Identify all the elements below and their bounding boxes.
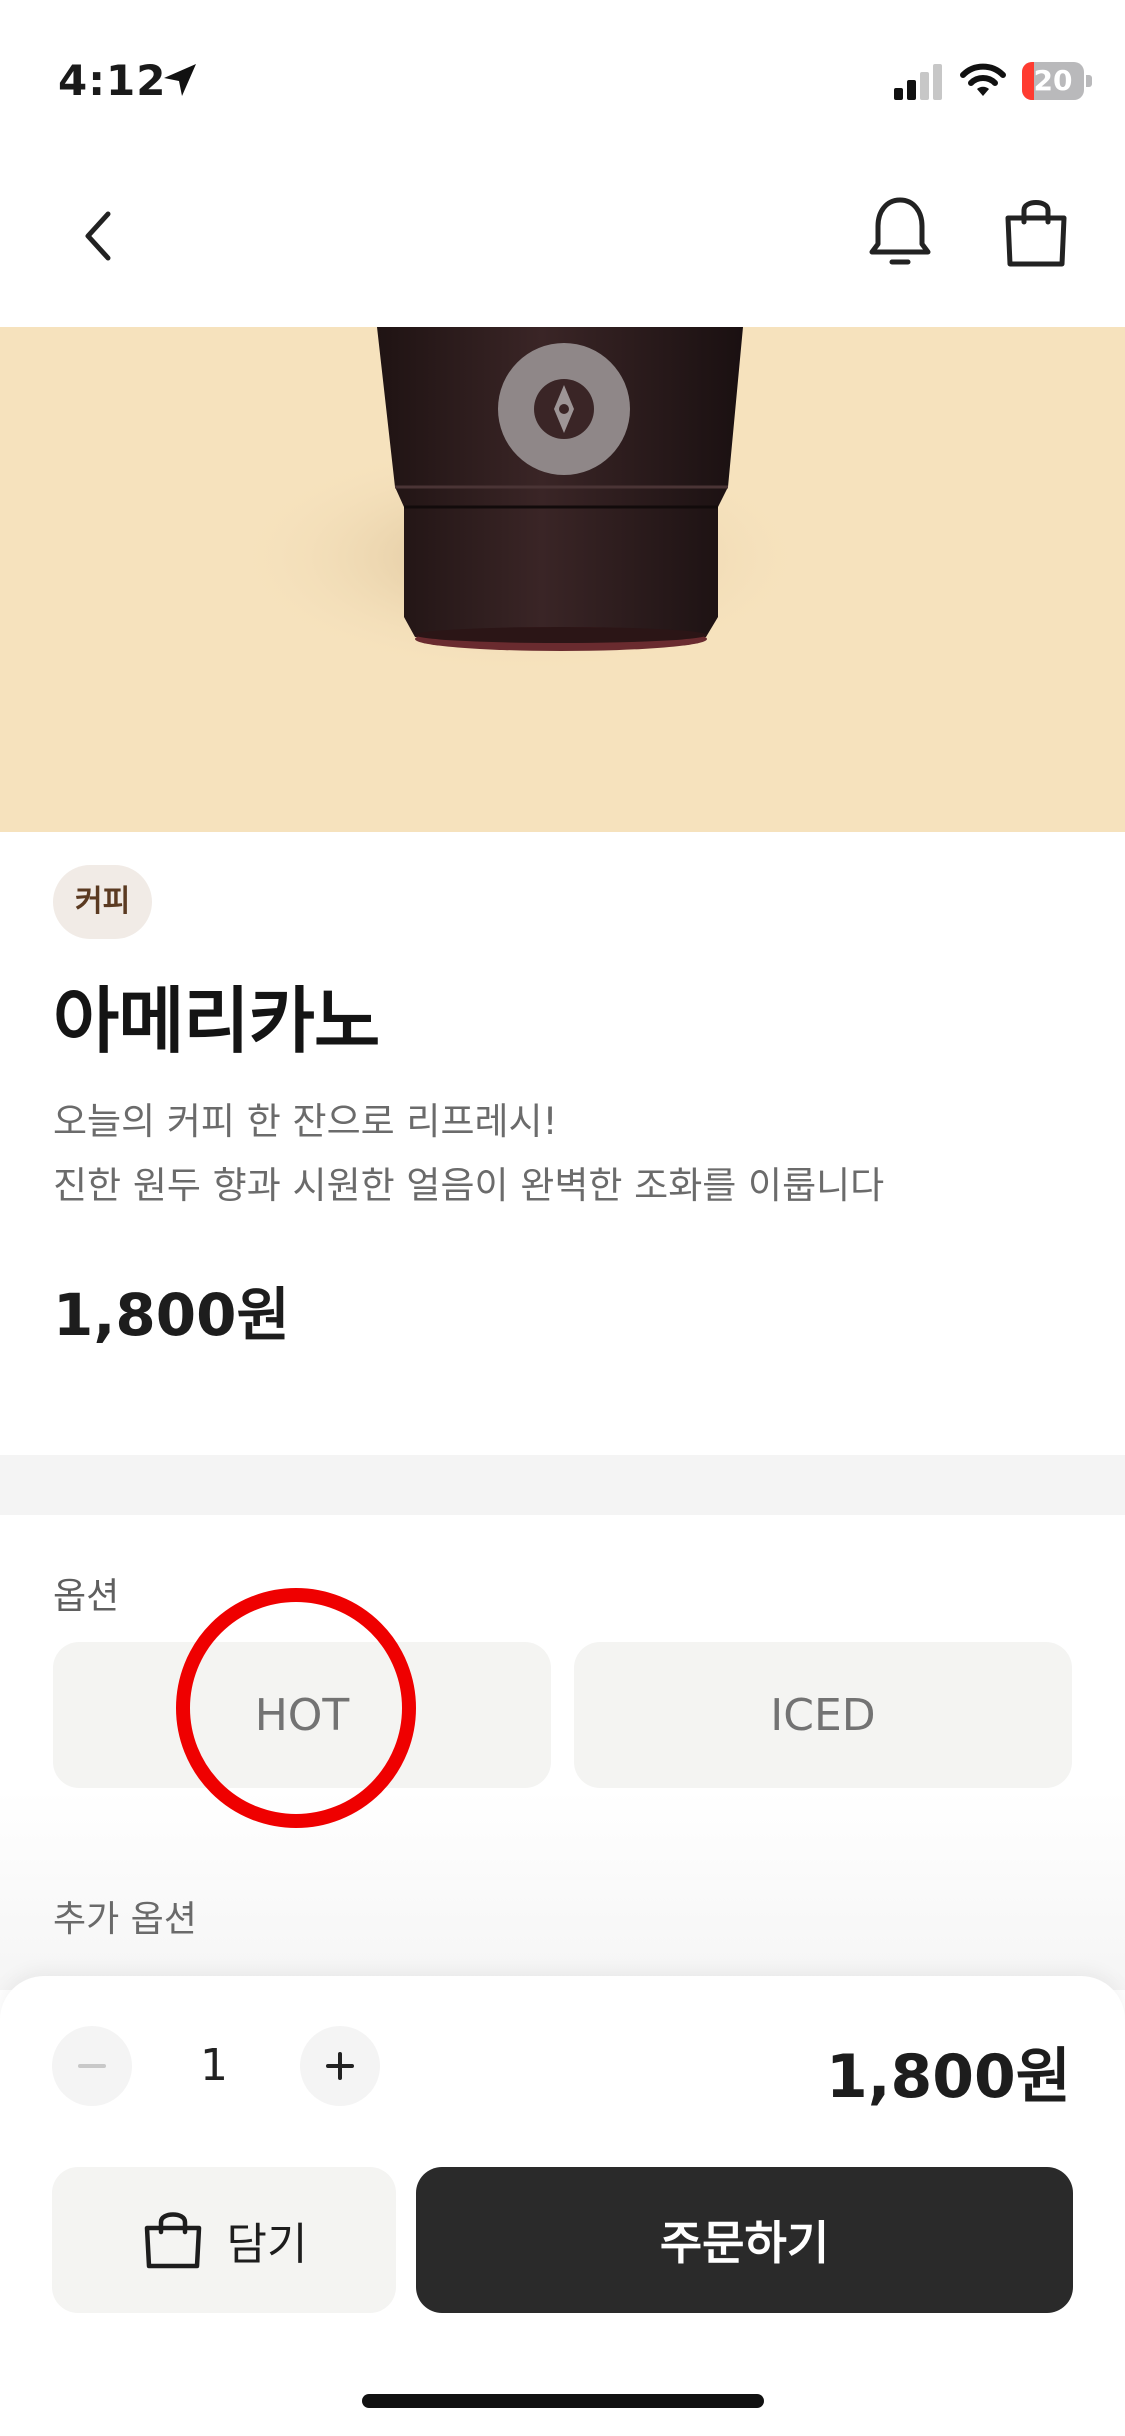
wifi-icon (960, 63, 1006, 96)
total-price: 1,800원 (826, 2042, 1071, 2112)
product-description: 오늘의 커피 한 잔으로 리프레시! 진한 원두 향과 시원한 얼음이 완벽한 … (53, 1090, 1053, 1218)
status-time: 4:12 (58, 56, 167, 105)
location-arrow-icon (164, 64, 196, 96)
shopping-bag-icon[interactable] (996, 192, 1076, 272)
extra-options-label: 추가 옵션 (53, 1899, 197, 1940)
order-button[interactable]: 주문하기 (416, 2167, 1073, 2313)
product-price: 1,800원 (53, 1281, 290, 1349)
add-to-cart-button[interactable]: 담기 (52, 2167, 396, 2313)
category-badge: 커피 (53, 865, 153, 939)
product-title: 아메리카노 (53, 979, 380, 1063)
quantity-value: 1 (200, 2040, 228, 2091)
description-line-1: 오늘의 커피 한 잔으로 리프레시! (53, 1100, 558, 1143)
minus-icon (78, 2064, 106, 2068)
signal-icon (894, 64, 942, 100)
battery-level-text: 20 (1033, 64, 1073, 97)
product-image (0, 327, 1125, 832)
annotation-circle (176, 1588, 416, 1828)
options-label: 옵션 (53, 1576, 120, 1617)
section-divider (0, 1455, 1125, 1515)
back-chevron-icon[interactable] (62, 196, 142, 276)
battery-icon: 20 (1022, 62, 1092, 100)
plus-icon (326, 2052, 354, 2080)
option-iced-button[interactable]: ICED (574, 1642, 1072, 1788)
description-line-2: 진한 원두 향과 시원한 얼음이 완벽한 조화를 이룹니다 (53, 1164, 885, 1207)
bell-icon[interactable] (860, 192, 940, 272)
quantity-decrease-button[interactable] (52, 2026, 132, 2106)
coffee-cup-illustration (230, 327, 810, 677)
quantity-increase-button[interactable] (300, 2026, 380, 2106)
home-indicator[interactable] (362, 2394, 764, 2408)
add-to-cart-label: 담기 (226, 2219, 308, 2270)
shopping-bag-icon (144, 2212, 201, 2269)
